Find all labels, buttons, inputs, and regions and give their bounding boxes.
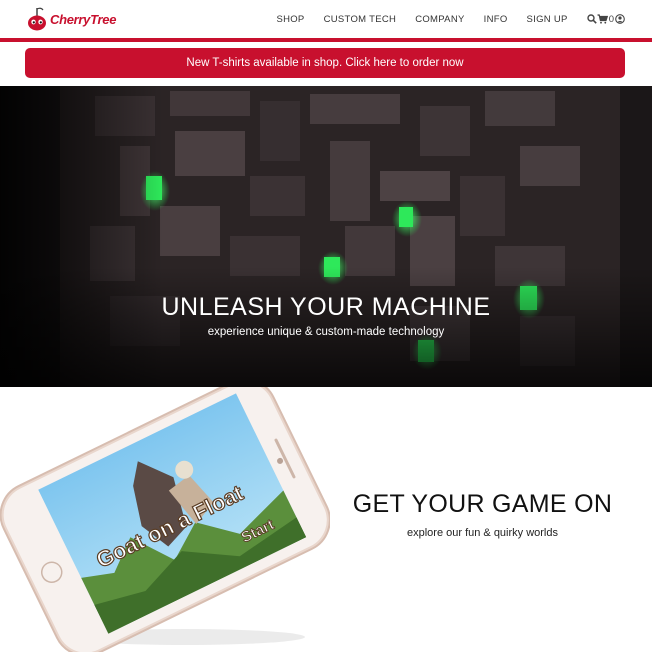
announcement-banner[interactable]: New T-shirts available in shop. Click he… [25, 48, 625, 78]
hero-subtitle: experience unique & custom-made technolo… [207, 326, 445, 338]
nav-item-company[interactable]: COMPANY [415, 14, 464, 25]
brand-logo[interactable]: CherryTree [26, 6, 116, 32]
phone-image: Goat on a Float Start [0, 387, 330, 652]
brand-name: CherryTree [50, 11, 117, 27]
hero-section: UNLEASH YOUR MACHINE experience unique &… [0, 86, 652, 387]
hero-title: UNLEASH YOUR MACHINE [161, 293, 491, 321]
user-icon[interactable] [615, 14, 625, 24]
nav-item-shop[interactable]: SHOP [276, 14, 304, 25]
cherry-icon [28, 7, 46, 31]
nav-item-custom-tech[interactable]: CUSTOM TECH [324, 14, 397, 25]
hero-background-image [0, 86, 652, 387]
game-section-subtitle: explore our fun & quirky worlds [406, 527, 558, 539]
site-header: CherryTree SHOP CUSTOM TECH COMPANY INFO… [0, 0, 652, 38]
header-divider [0, 38, 652, 42]
banner-text: New T-shirts available in shop. Click he… [186, 57, 464, 69]
cart-icon[interactable] [597, 14, 608, 24]
cart-count: 0 [608, 13, 614, 25]
search-icon[interactable] [587, 14, 597, 24]
main-nav: SHOP CUSTOM TECH COMPANY INFO SIGN UP 0 [276, 0, 652, 38]
nav-icon-group: 0 [587, 14, 625, 25]
phone-mockup: Goat on a Float Start [0, 387, 330, 652]
nav-item-sign-up[interactable]: SIGN UP [527, 14, 568, 25]
nav-item-info[interactable]: INFO [484, 14, 508, 25]
game-section-title: GET YOUR GAME ON [352, 490, 613, 518]
